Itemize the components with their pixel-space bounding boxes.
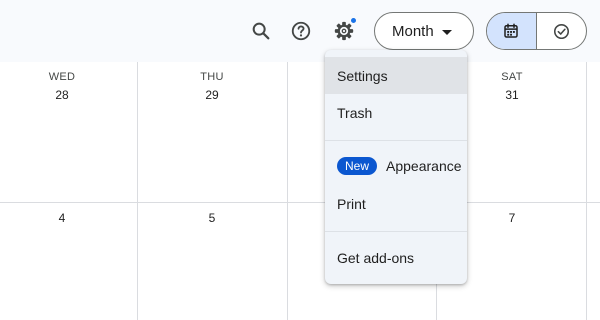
notification-dot [350,17,357,24]
search-icon [252,22,270,40]
day-31[interactable]: 31 [472,88,552,102]
tasks-view-button[interactable] [537,13,587,49]
column-divider [586,62,587,320]
settings-button[interactable] [324,11,364,51]
day-7[interactable]: 7 [472,211,552,225]
calendar-toolbar: Month [0,0,600,62]
menu-item-label: Print [337,196,366,212]
column-divider [137,62,138,320]
help-icon [291,21,311,41]
tasks-icon [553,23,569,39]
menu-item-label: Get add-ons [337,249,415,266]
menu-item-label: Settings [337,67,388,84]
caret-down-icon [442,30,452,35]
search-button[interactable] [241,11,281,51]
menu-item-trash[interactable]: Trash [325,94,467,132]
week-divider [0,202,600,203]
view-toggle [486,12,587,50]
day-5[interactable]: 5 [172,211,252,225]
view-selector-dropdown[interactable]: Month [374,12,474,50]
help-button[interactable] [281,11,321,51]
menu-item-label: Appearance [386,158,462,174]
new-badge: New [337,157,378,175]
settings-menu: Settings Trash New Appearance Print Get … [325,50,467,284]
column-divider [287,62,288,320]
menu-item-print[interactable]: Print [325,185,467,223]
menu-divider [325,140,467,141]
day-4[interactable]: 4 [22,211,102,225]
menu-item-get-add-ons[interactable]: Get add-ons [325,239,467,276]
menu-divider [325,231,467,232]
menu-item-settings[interactable]: Settings [325,57,467,94]
day-29[interactable]: 29 [172,88,252,102]
calendar-view-button[interactable] [487,13,537,49]
calendar-icon [504,23,518,38]
menu-item-label: Trash [337,105,373,121]
day-28[interactable]: 28 [22,88,102,102]
weekday-label-thu: THU [200,71,224,83]
month-grid: WED 28 THU 29 SAT 31 4 5 7 [0,62,600,320]
weekday-label-wed: WED [48,71,76,83]
menu-item-appearance[interactable]: New Appearance [325,148,467,184]
view-selector-label: Month [392,22,434,40]
weekday-label-sat: SAT [501,71,523,83]
